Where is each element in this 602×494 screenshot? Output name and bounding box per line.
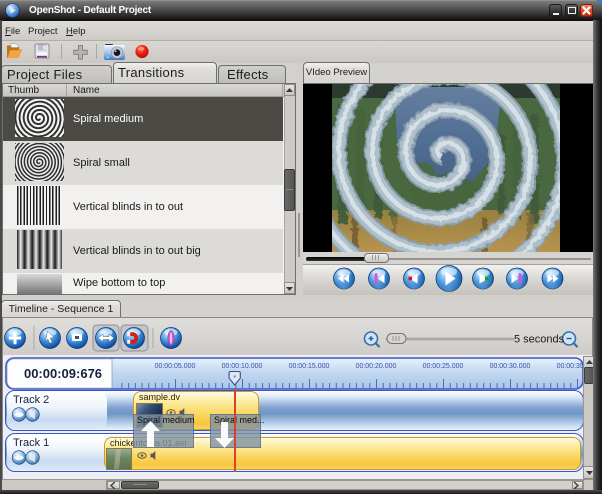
svg-text:00:00:30.000: 00:00:30.000: [490, 363, 531, 370]
svg-text:5 seconds: 5 seconds: [514, 334, 565, 346]
svg-text:00:00:25.000: 00:00:25.000: [423, 363, 464, 370]
svg-text:00:00:05.000: 00:00:05.000: [155, 363, 196, 370]
svg-text:00:00:15.000: 00:00:15.000: [289, 363, 330, 370]
svg-text:00:00:35.000: 00:00:35.000: [557, 363, 584, 370]
svg-text:00:00:20.000: 00:00:20.000: [356, 363, 397, 370]
svg-text:00:00:10.000: 00:00:10.000: [222, 363, 263, 370]
svg-text:00:00:09:676: 00:00:09:676: [24, 366, 102, 381]
